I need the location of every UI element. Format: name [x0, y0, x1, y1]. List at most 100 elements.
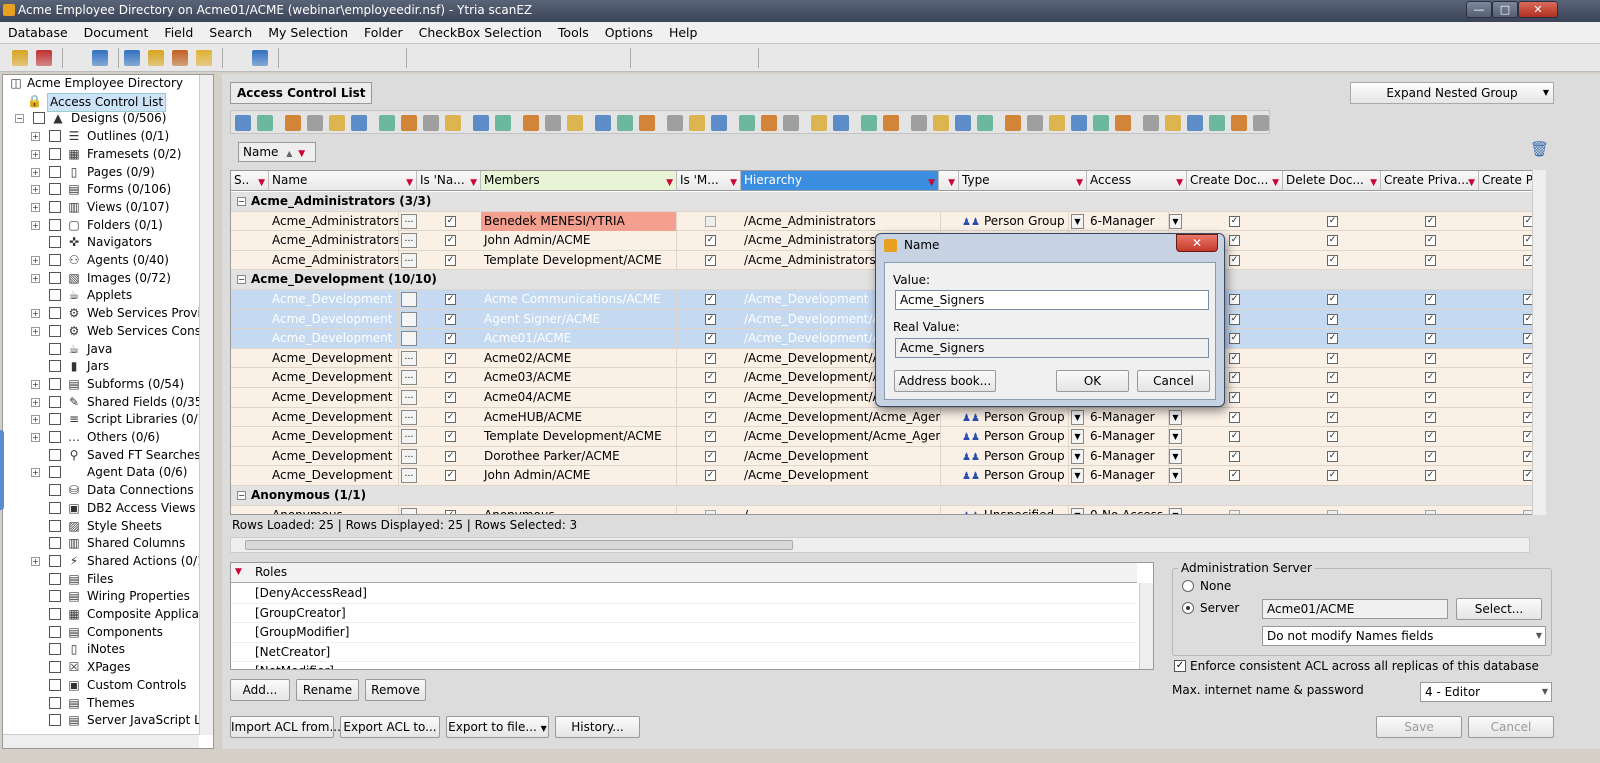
- toolbar-icon[interactable]: [36, 50, 52, 66]
- filter-icon[interactable]: ▼: [1468, 174, 1475, 190]
- cancel-button[interactable]: Cancel: [1468, 716, 1554, 738]
- dialog-ok-button[interactable]: OK: [1056, 370, 1129, 392]
- enforce-consistent-acl-checkbox[interactable]: ✓: [1174, 660, 1186, 672]
- browse-button[interactable]: …: [401, 409, 417, 425]
- grid-toolbar-icon[interactable]: [811, 115, 827, 131]
- create-private-checkbox[interactable]: ✓: [1425, 392, 1436, 403]
- address-book-button[interactable]: Address book...: [894, 370, 996, 392]
- toolbar-icon[interactable]: [196, 50, 212, 66]
- delete-doc-checkbox[interactable]: ✓: [1327, 450, 1338, 462]
- grid-toolbar-icon[interactable]: [711, 115, 727, 131]
- toolbar-icon[interactable]: [636, 50, 652, 66]
- tree-item-checkbox[interactable]: [49, 501, 61, 514]
- delete-doc-checkbox[interactable]: ✓: [1327, 372, 1338, 384]
- col-s[interactable]: S.. ▼: [231, 171, 269, 191]
- create-doc-checkbox[interactable]: ✓: [1229, 431, 1240, 443]
- grid-toolbar-icon[interactable]: [285, 115, 301, 131]
- tree-item-checkbox[interactable]: [49, 183, 61, 196]
- export-file-button[interactable]: Export to file... ▼: [446, 716, 549, 738]
- tree-item-checkbox[interactable]: [49, 147, 61, 160]
- tree-item-checkbox[interactable]: [49, 678, 61, 691]
- expand-icon[interactable]: +: [31, 273, 40, 283]
- is-name-checkbox[interactable]: ✓: [445, 352, 456, 364]
- group-by-chip[interactable]: Name ▲ ▼: [238, 142, 316, 162]
- filter-icon[interactable]: ▼: [948, 174, 955, 190]
- table-row[interactable]: Acme_Development… ✓ AcmeHUB/ACME ✓ /Acme_Dev…: [231, 407, 1545, 428]
- delete-doc-checkbox[interactable]: ✓: [1327, 431, 1338, 443]
- create-doc-checkbox[interactable]: ✓: [1229, 313, 1240, 325]
- grid-toolbar-icon[interactable]: [1253, 115, 1269, 131]
- create-private-checkbox[interactable]: ✓: [1425, 450, 1436, 462]
- delete-doc-checkbox[interactable]: ✓: [1327, 352, 1338, 364]
- browse-button[interactable]: …: [401, 331, 417, 347]
- expand-icon[interactable]: +: [31, 379, 40, 389]
- create-private-checkbox[interactable]: ✓: [1425, 411, 1436, 423]
- is-member-checkbox[interactable]: ✓: [705, 235, 716, 247]
- col-name[interactable]: Name ▼: [269, 171, 417, 191]
- is-name-checkbox[interactable]: ✓: [445, 372, 456, 384]
- tree-item-checkbox[interactable]: [49, 165, 61, 178]
- admin-server-field[interactable]: Acme01/ACME: [1262, 599, 1448, 619]
- toolbar-icon[interactable]: [124, 50, 140, 66]
- tree-item-checkbox[interactable]: [49, 289, 61, 302]
- create-doc-checkbox[interactable]: ✓: [1229, 254, 1240, 266]
- is-name-checkbox[interactable]: ✓: [445, 294, 456, 305]
- tree-item-checkbox[interactable]: [49, 608, 61, 620]
- filter-icon[interactable]: ▼: [666, 174, 673, 190]
- tree-item-checkbox[interactable]: [49, 590, 61, 603]
- delete-doc-checkbox[interactable]: ✓: [1327, 411, 1338, 423]
- col-type[interactable]: Type ▼: [959, 171, 1087, 191]
- grid-toolbar-icon[interactable]: [1231, 115, 1247, 131]
- toolbar-icon[interactable]: [308, 50, 324, 66]
- create-doc-checkbox[interactable]: ✓: [1229, 450, 1240, 462]
- browse-button[interactable]: …: [401, 292, 417, 307]
- browse-button[interactable]: …: [401, 468, 417, 484]
- type-dropdown[interactable]: ▼: [1071, 429, 1084, 445]
- expand-icon[interactable]: +: [31, 220, 40, 230]
- tree-item-checkbox[interactable]: [49, 714, 61, 727]
- access-dropdown[interactable]: ▼: [1169, 468, 1182, 484]
- toolbar-icon[interactable]: [604, 50, 620, 66]
- toolbar-icon[interactable]: [684, 50, 700, 66]
- is-member-checkbox[interactable]: ✓: [705, 333, 716, 345]
- tree-item-checkbox[interactable]: [49, 324, 61, 337]
- radio-none[interactable]: [1182, 580, 1194, 592]
- toolbar-icon[interactable]: [172, 50, 188, 66]
- toolbar-icon[interactable]: [788, 50, 804, 66]
- delete-doc-checkbox[interactable]: ✓: [1327, 392, 1338, 403]
- tree-item-checkbox[interactable]: [49, 643, 61, 656]
- create-doc-checkbox[interactable]: ✓: [1229, 470, 1240, 482]
- browse-button[interactable]: …: [401, 390, 417, 405]
- create-private-checkbox[interactable]: ✓: [1425, 313, 1436, 325]
- toolbar-icon[interactable]: [436, 50, 452, 66]
- toolbar-icon[interactable]: [228, 50, 244, 66]
- toolbar-icon[interactable]: [332, 50, 348, 66]
- browse-button[interactable]: …: [401, 233, 417, 249]
- grid-toolbar-icon[interactable]: [351, 115, 367, 131]
- grid-toolbar-icon[interactable]: [833, 115, 849, 131]
- tree-item-checkbox[interactable]: [49, 696, 61, 709]
- browse-button[interactable]: …: [401, 507, 417, 514]
- create-doc-checkbox[interactable]: ✓: [1229, 392, 1240, 403]
- grid-toolbar-icon[interactable]: [955, 115, 971, 131]
- expand-icon[interactable]: +: [31, 149, 40, 159]
- grid-toolbar-icon[interactable]: [689, 115, 705, 131]
- tree-item-checkbox[interactable]: [49, 466, 61, 479]
- tree-item-checkbox[interactable]: [49, 395, 61, 408]
- filter-icon[interactable]: ▼: [1176, 174, 1183, 190]
- tree-vertical-scrollbar[interactable]: [199, 75, 213, 735]
- tree-item-checkbox[interactable]: [49, 572, 61, 585]
- expand-icon[interactable]: +: [31, 132, 40, 142]
- tree-item-checkbox[interactable]: [49, 413, 61, 426]
- toolbar-icon[interactable]: [708, 50, 724, 66]
- grid-toolbar-icon[interactable]: [617, 115, 633, 131]
- grid-toolbar-icon[interactable]: [379, 115, 395, 131]
- delete-doc-checkbox[interactable]: ✓: [1327, 333, 1338, 345]
- create-doc-checkbox[interactable]: ✓: [1229, 372, 1240, 384]
- is-name-checkbox[interactable]: ✓: [445, 254, 456, 266]
- delete-doc-checkbox[interactable]: ✓: [1327, 294, 1338, 305]
- tree-item-checkbox[interactable]: [49, 130, 61, 143]
- collapse-icon[interactable]: −: [237, 491, 246, 500]
- expand-icon[interactable]: +: [31, 556, 40, 566]
- add-role-button[interactable]: Add...: [230, 679, 290, 701]
